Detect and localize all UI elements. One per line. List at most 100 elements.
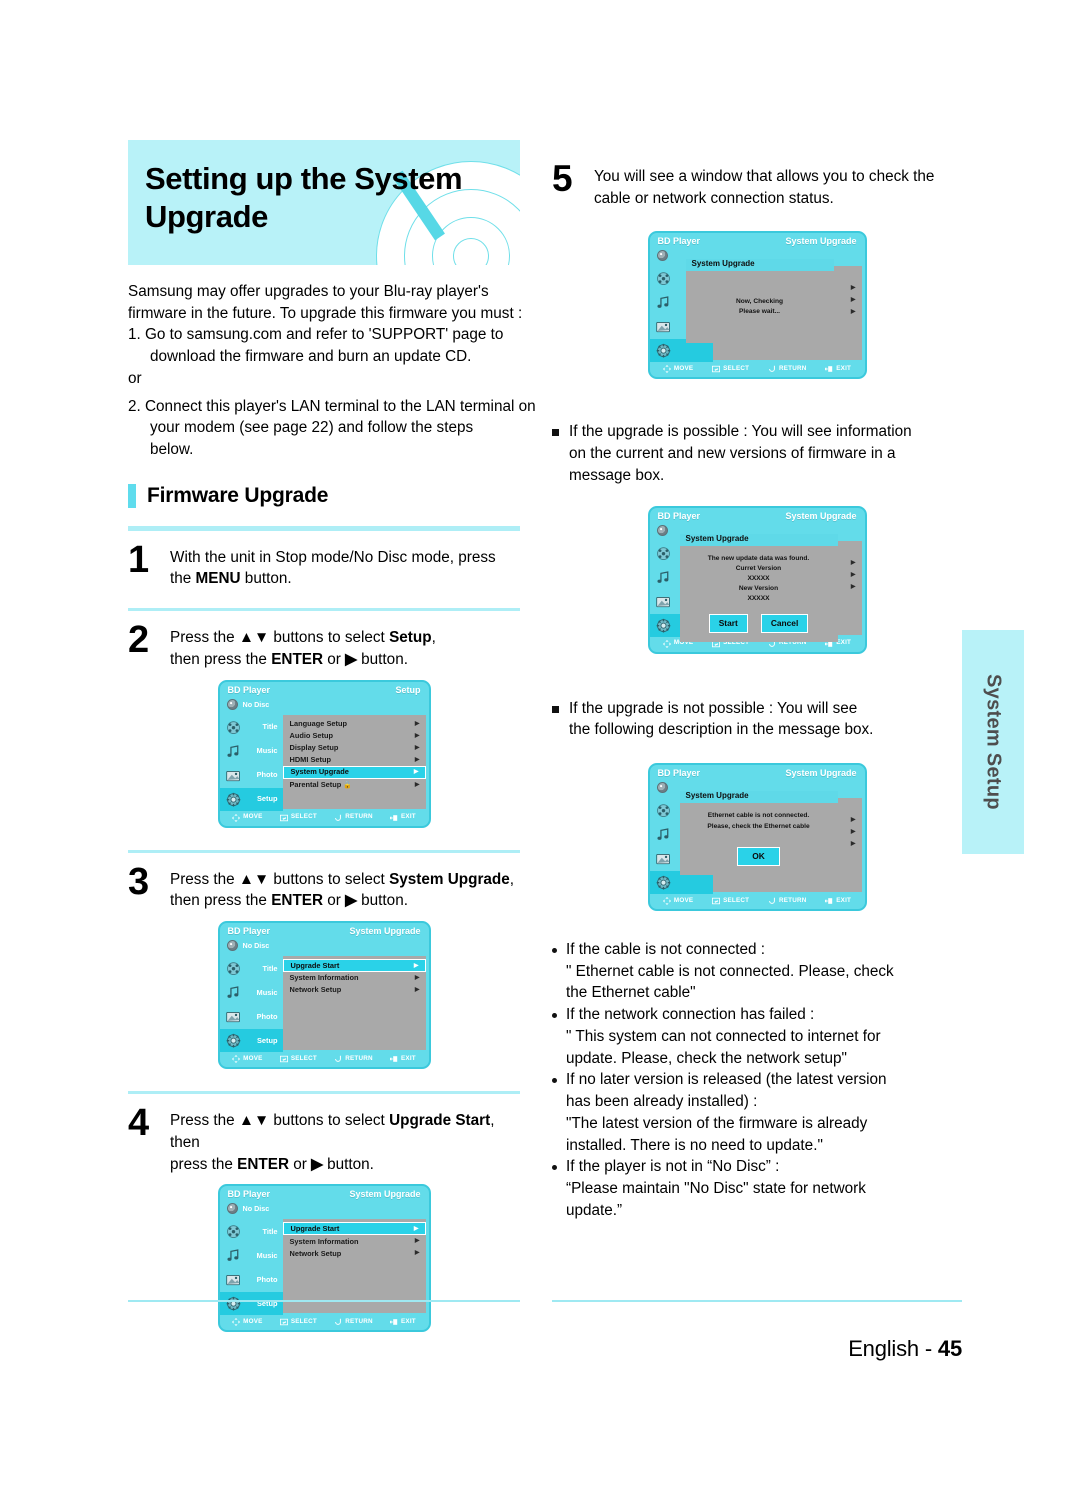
menu-item[interactable]: Audio Setup ▶ [283, 730, 426, 742]
footer-rule-left [128, 1300, 520, 1302]
menu-item[interactable]: Display Setup ▶ [283, 742, 426, 754]
enter-key-icon [279, 1319, 288, 1326]
sidebar-item-music[interactable]: Music [220, 740, 283, 763]
chevron-right-icon: ▶ [414, 781, 420, 788]
sidebar-item-photo[interactable]: Photo [220, 764, 283, 787]
step-4-text: Press the ▲▼ buttons to select Upgrade S… [170, 1112, 495, 1173]
sidebar-item-title[interactable]: Title [220, 716, 283, 739]
tv-menu-panel: Upgrade Start ▶ System Information ▶ Netwo… [282, 956, 426, 1051]
bullet-upgrade-not-possible: If the upgrade is not possible : You wil… [552, 698, 962, 741]
chevron-right-icon: ▶ [850, 817, 856, 824]
step-divider [128, 1091, 520, 1095]
menu-item[interactable]: Network Setup ▶ [283, 984, 426, 996]
music-note-icon [225, 985, 242, 1000]
step-1-text-b: button. [240, 570, 292, 588]
chevron-right-icon: ▶ [414, 1238, 420, 1245]
tv-footer-bar: MOVE SELECT RETURN EXIT [220, 1052, 429, 1067]
chevron-right-icon: ▶ [413, 769, 419, 776]
tv-screen-setup-menu: BD Player Setup No Disc Title Music Phot… [217, 679, 431, 828]
enter-key-icon [279, 1055, 288, 1063]
sidebar-item-music[interactable]: Music [220, 1244, 283, 1267]
menu-item[interactable]: Language Setup ▶ [283, 718, 426, 730]
tv-body: Title Music Photo Setup Upgrade Start ▶ … [219, 954, 429, 1053]
tv-brand-label: BD Player [227, 926, 271, 937]
menu-item[interactable]: Network Setup ▶ [283, 1247, 426, 1259]
page-footer: English - 45 [552, 1336, 962, 1362]
sidebar-item-photo[interactable]: Photo [220, 1005, 283, 1028]
tv-screen-error: BD Player System Upgrade ▶ ▶ ▶ System Up… [647, 763, 867, 912]
sidebar-item-title[interactable]: Title [220, 1220, 283, 1243]
tv-screen-system-upgrade-a: BD Player System Upgrade No Disc Title M… [217, 921, 431, 1070]
condition-notes-list: If the cable is not connected : " Ethern… [552, 939, 962, 1221]
chevron-right-icon: ▶ [850, 559, 856, 566]
sidebar-item-music[interactable]: Music [220, 981, 283, 1004]
step-1: 1 With the unit in Stop mode/No Disc mod… [128, 541, 520, 590]
tv-header: BD Player System Upgrade [220, 1186, 429, 1202]
chevron-right-icon: ▶ [414, 987, 420, 994]
ok-button[interactable]: OK [737, 846, 780, 866]
note-network-failed: If the network connection has failed : "… [552, 1004, 962, 1069]
sidebar-item-photo[interactable]: Photo [220, 1268, 283, 1291]
sidebar-item-setup[interactable]: Setup [219, 1029, 283, 1053]
tv-disc-status: No Disc [220, 939, 429, 954]
dialog-line-2: Please wait... [738, 307, 781, 315]
intro-or: or [128, 369, 142, 387]
tv-brand-label: BD Player [227, 1189, 271, 1200]
tv-brand-label: BD Player [657, 768, 701, 779]
sidebar-item-setup[interactable]: Setup [219, 787, 283, 811]
dialog-title: System Upgrade [685, 533, 749, 543]
exit-icon [825, 366, 833, 373]
menu-item[interactable]: System Information ▶ [283, 972, 426, 984]
start-button[interactable]: Start [708, 613, 748, 633]
step-3-number: 3 [128, 860, 150, 903]
square-bullet-icon [552, 429, 559, 437]
note-text: If the player is not in “No Disc” : “Ple… [566, 1158, 866, 1219]
photo-icon [225, 1272, 242, 1287]
footer-select: SELECT [712, 897, 749, 905]
tv-footer-bar: MOVE SELECT RETURN EXIT [220, 1315, 429, 1330]
move-dpad-icon [232, 1055, 241, 1064]
menu-item[interactable]: HDMI Setup ▶ [283, 754, 426, 766]
dialog-line-4: New Version [738, 585, 779, 593]
footer-move: MOVE [232, 1318, 262, 1327]
footer-return: RETURN [334, 814, 372, 822]
page-title-line2: Upgrade [145, 198, 268, 234]
square-bullet-icon [552, 705, 559, 713]
dialog-line-1: Ethernet cable is not connected. [707, 812, 810, 820]
step-2-text: Press the ▲▼ buttons to select Setup, th… [170, 629, 436, 668]
sidebar-item-title[interactable]: Title [220, 957, 283, 980]
chevron-right-icon: ▶ [850, 309, 856, 316]
tv-brand-label: BD Player [657, 236, 701, 247]
screenshot-sysupgrade-menu-wrap-a: BD Player System Upgrade No Disc Title M… [128, 921, 520, 1070]
step-5-text: You will see a window that allows you to… [594, 168, 935, 207]
note-text: If the cable is not connected : " Ethern… [566, 941, 894, 1002]
menu-item-selected[interactable]: System Upgrade ▶ [282, 765, 426, 779]
cancel-button[interactable]: Cancel [760, 613, 809, 633]
return-arrow-icon [769, 897, 775, 904]
dialog-error: System Upgrade Ethernet cable is not con… [679, 791, 838, 876]
side-thumb-tab: System Setup [962, 630, 1024, 854]
right-column: 5 You will see a window that allows you … [552, 150, 962, 1221]
tv-disc-label: No Disc [242, 940, 270, 950]
sidebar-label-music: Music [256, 1251, 278, 1261]
photo-icon [225, 768, 242, 783]
sidebar-item-setup[interactable]: Setup [219, 1292, 283, 1316]
dialog-body: Ethernet cable is not connected. Please,… [680, 803, 838, 875]
menu-item[interactable]: System Information ▶ [283, 1235, 426, 1247]
music-note-icon [655, 295, 672, 310]
disc-icon [656, 524, 668, 536]
menu-item-selected[interactable]: Upgrade Start ▶ [282, 959, 426, 973]
footer-exit: EXIT [825, 897, 851, 905]
chevron-right-icon: ▶ [413, 962, 419, 969]
sidebar-label-photo: Photo [256, 1275, 278, 1285]
gear-icon [655, 875, 672, 890]
dialog-title: System Upgrade [691, 259, 755, 269]
gear-icon [655, 343, 672, 358]
chapter-title-banner: Setting up the System Upgrade [128, 140, 520, 265]
menu-item-selected[interactable]: Upgrade Start ▶ [282, 1222, 426, 1236]
tv-disc-status: No Disc [220, 698, 429, 713]
menu-item[interactable]: Parental Setup 🔒 ▶ [283, 779, 426, 791]
intro-item-2: 2. Connect this player's LAN terminal to… [128, 397, 536, 415]
photo-icon [655, 319, 672, 334]
footer-exit: EXIT [825, 365, 851, 373]
